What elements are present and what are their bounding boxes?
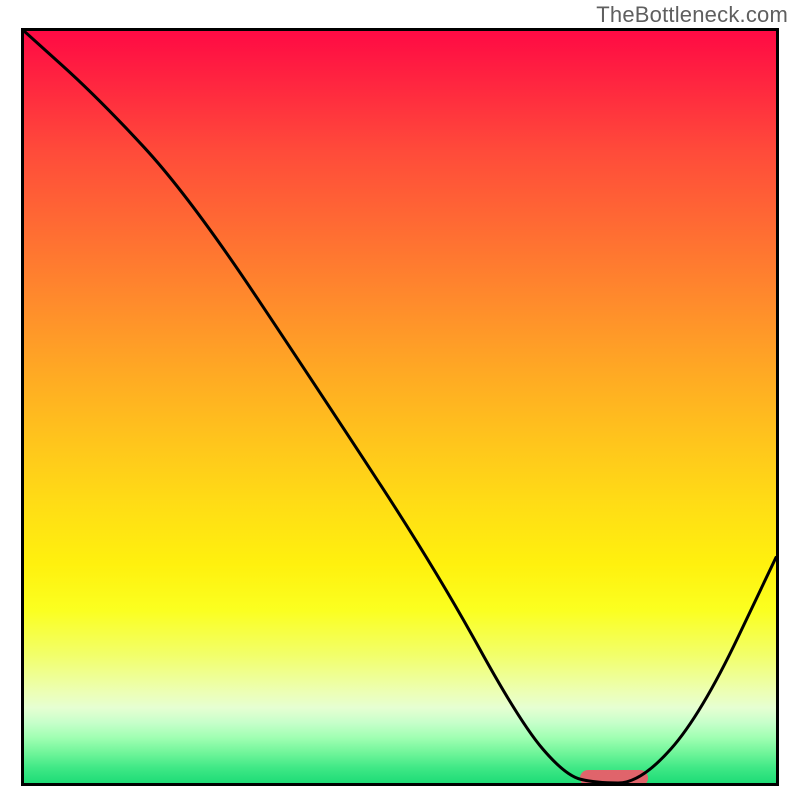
bottleneck-curve (24, 31, 776, 783)
watermark-text: TheBottleneck.com (596, 2, 788, 28)
chart-frame: TheBottleneck.com (0, 0, 800, 800)
plot-area (21, 28, 779, 786)
curve-layer (24, 31, 776, 783)
